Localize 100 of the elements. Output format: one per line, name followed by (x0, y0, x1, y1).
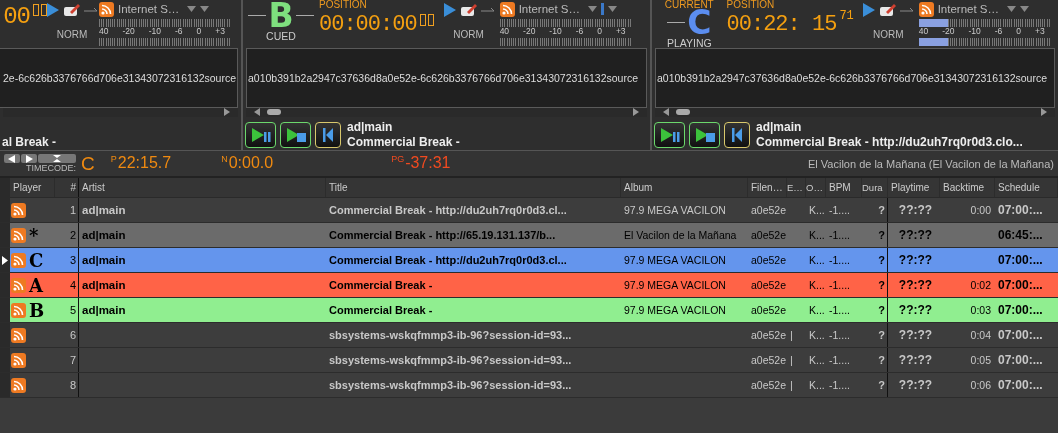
artist-cell: ad|main (82, 279, 126, 291)
row-number: 2 (69, 229, 76, 241)
rewind-button[interactable] (4, 154, 20, 163)
rss-icon (99, 1, 114, 17)
scroll-thumb[interactable] (676, 109, 690, 116)
column-header[interactable]: Playtime (888, 178, 940, 197)
played-time: $^{P}$22:15.7 (110, 154, 172, 173)
dropdown-icon[interactable] (608, 6, 617, 12)
mode-label: NORM (453, 29, 484, 40)
text-box[interactable]: a010b391b2a2947c37636d8a0e52e-6c626b3376766d706e31343072316132source (246, 48, 647, 108)
schedule-cell: 07:00:... (998, 378, 1043, 392)
play-icon[interactable] (862, 2, 877, 18)
table-cell: K... (809, 304, 825, 316)
bpm-cell: -1.... (829, 204, 850, 216)
player-state: PLAYING (666, 38, 712, 49)
play-icon[interactable] (46, 2, 60, 18)
play-stop-button[interactable] (689, 122, 720, 148)
source-name[interactable]: Internet S… (937, 3, 1000, 15)
skip-back-button[interactable] (724, 122, 750, 148)
arrow-icon (900, 7, 915, 13)
source-name[interactable]: Internet S… (118, 3, 180, 15)
eject-button[interactable] (38, 154, 76, 163)
scale-label: 0 (1016, 27, 1021, 36)
source-name[interactable]: Internet S… (518, 3, 580, 15)
column-header[interactable]: Schedule (995, 178, 1058, 197)
schedule-cell: 07:00:... (998, 328, 1043, 342)
bpm-cell: -1.... (829, 229, 850, 241)
scroll-left-icon[interactable] (663, 108, 670, 117)
filename-cell: a0e52e (751, 279, 787, 291)
column-header[interactable]: Dura (862, 178, 888, 197)
play-pause-button[interactable] (654, 122, 685, 148)
album-cell: 97.9 MEGA VACILON (624, 254, 726, 266)
scroll-right-icon[interactable] (1040, 108, 1047, 117)
scale-label: 0 (196, 27, 202, 36)
scale-label: -6 (575, 27, 584, 36)
column-header[interactable]: BPM (826, 178, 862, 197)
scroll-left-icon[interactable] (254, 108, 261, 117)
play-stop-button[interactable] (280, 122, 311, 148)
skip-back-icon (730, 127, 744, 143)
edit-icon[interactable] (459, 3, 478, 17)
rss-icon (11, 377, 26, 393)
duration-cell: ? (878, 229, 885, 241)
title-cell: Commercial Break - (329, 279, 433, 291)
arrow-icon (480, 7, 495, 13)
text-box[interactable]: a010b391b2a2947c37636d8a0e52e-6c626b3376766d706e31343072316132source (655, 48, 1055, 108)
filename-cell: a0e52e (751, 329, 787, 341)
backtime-cell: 0:04 (970, 329, 991, 341)
deck-title: Commercial Break - (347, 135, 460, 150)
timecode-label: TIMECODE: (26, 163, 76, 173)
scale-label: 0 (597, 27, 602, 36)
rss-icon (499, 1, 515, 17)
rss-icon (11, 252, 26, 268)
skip-back-button[interactable] (315, 122, 341, 148)
scale-label: -20 (122, 27, 135, 36)
column-header[interactable]: O… (806, 178, 826, 197)
column-header[interactable]: Filen… (748, 178, 787, 197)
artist-cell: ad|main (82, 204, 126, 216)
column-header[interactable]: Backtime (940, 178, 995, 197)
table-cell: K... (809, 329, 825, 341)
player-letter: * (29, 224, 39, 246)
column-header[interactable]: Player (10, 178, 55, 197)
scroll-right-icon[interactable] (223, 108, 230, 117)
left-arrow-icon (8, 154, 16, 163)
forward-button[interactable] (21, 154, 37, 163)
scale-label: +3 (1034, 27, 1045, 36)
rss-icon (11, 202, 26, 218)
row-number: 5 (69, 304, 76, 316)
play-pause-icon (658, 127, 681, 143)
edit-icon[interactable] (63, 3, 81, 17)
artist-cell: ad|main (82, 304, 126, 316)
text-box[interactable]: 2e-6c626b3376766d706e31343072316132source (0, 48, 238, 108)
title-cell: Commercial Break - http://du2uh7rq0r0d3.cl... (329, 254, 567, 266)
rss-icon (11, 227, 26, 243)
table-cell: | (790, 354, 793, 366)
scroll-right-icon[interactable] (632, 108, 639, 117)
column-header[interactable]: E… (787, 178, 806, 197)
column-header[interactable]: Album (621, 178, 748, 197)
play-icon[interactable] (442, 2, 457, 18)
arrow-icon (84, 7, 98, 13)
edit-icon[interactable] (879, 3, 898, 17)
bpm-cell: -1.... (829, 304, 850, 316)
bpm-cell: -1.... (829, 329, 850, 341)
scale-label: +3 (615, 27, 626, 36)
play-pause-button[interactable] (245, 122, 276, 148)
scroll-thumb[interactable] (267, 109, 281, 116)
dropdown-icon[interactable] (588, 6, 597, 12)
table-cell: | (790, 379, 793, 391)
deck-artist: ad|main (347, 120, 394, 135)
row-number: 3 (69, 254, 76, 266)
column-header[interactable]: # (55, 178, 79, 197)
table-cell: K... (809, 204, 825, 216)
scale-label: +3 (215, 27, 225, 36)
timecode-player: C (81, 152, 95, 175)
filename-cell: a0e52e (751, 254, 787, 266)
column-header[interactable]: Title (326, 178, 621, 197)
bpm-cell: -1.... (829, 254, 850, 266)
column-header[interactable]: Artist (79, 178, 326, 197)
backtime-cell: 0:02 (970, 279, 991, 291)
scale-label: -10 (968, 27, 981, 36)
rss-icon (11, 352, 26, 368)
